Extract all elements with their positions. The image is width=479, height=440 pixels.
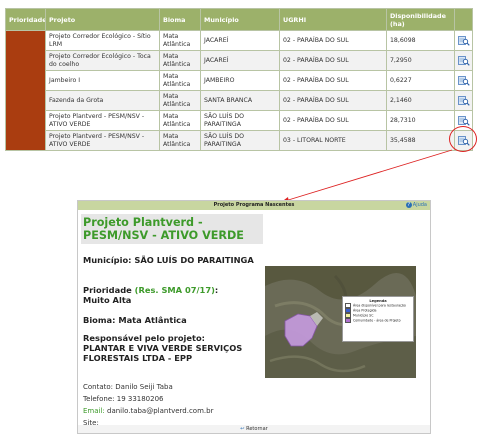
legend-label: Área Protegida [353,308,377,313]
help-icon: ? [405,201,412,208]
responsavel-label: Responsável pelo projeto: [83,333,205,343]
cell-projeto: Jambeiro I [45,70,160,91]
contato-line: Contato: Danilo Seiji Taba [83,383,173,392]
cell-action [454,50,473,71]
responsavel-info: Responsável pelo projeto: PLANTAR E VIVA… [83,333,261,363]
popup-title: Projeto Programa Nascentes [213,202,295,208]
prioridade-value: Muito Alta [83,295,132,305]
return-label: Retornar [246,426,268,432]
cell-ugrhi: 02 - PARAÍBA DO SUL [279,90,387,111]
highlight-circle [449,126,477,152]
cell-projeto: Projeto Corredor Ecológico - Toca do coe… [45,50,160,71]
legend-swatch [345,318,351,324]
return-button[interactable]: ↩ Retornar [240,426,267,432]
popup-header: Projeto Programa Nascentes ? Ajuda [78,201,430,210]
telefone-line: Telefone: 19 33180206 [83,395,164,404]
header-prioridade[interactable]: Prioridade [5,8,46,31]
cell-projeto: Projeto Corredor Ecológico - Sítio LRM [45,30,160,51]
cell-bioma: Mata Atlântica [159,30,201,51]
project-detail-popup: Projeto Programa Nascentes ? Ajuda Projet… [77,200,431,434]
cell-bioma: Mata Atlântica [159,50,201,71]
table-row: Projeto Corredor Ecológico - Sítio LRM M… [5,30,473,151]
prioridade-ref-link[interactable]: (Res. SMA 07/17) [135,285,215,295]
telefone-label: Telefone: [83,395,115,403]
help-label: Ajuda [412,202,427,208]
bioma-label: Bioma: [83,315,116,325]
legend-label: Município SC [353,313,374,318]
prioridade-label: Prioridade [83,285,132,295]
cell-municipio: JACAREÍ [200,30,280,51]
cell-action [454,90,473,111]
magnify-map-icon[interactable] [458,75,470,86]
email-value[interactable]: danilo.taba@plantverd.com.br [107,407,213,415]
cell-ugrhi: 03 - LITORAL NORTE [279,130,387,151]
cell-municipio: JACAREÍ [200,50,280,71]
cell-disponibilidade: 0,6227 [386,70,455,91]
magnify-map-icon[interactable] [458,95,470,106]
cell-municipio: SÃO LUÍS DO PARAITINGA [200,130,280,151]
legend-item: Comunidade - área de Projeto [345,318,411,324]
cell-disponibilidade: 18,6098 [386,30,455,51]
cell-disponibilidade: 35,4588 [386,130,455,151]
prioridade-colon: : [214,285,219,295]
header-actions [454,8,473,31]
table-row: Projeto Plantverd - PESM/NSV - ATIVO VER… [6,110,473,131]
map-legend: Legenda Área disponível para restauração… [342,296,414,342]
cell-bioma: Mata Atlântica [159,110,201,131]
header-projeto[interactable]: Projeto [45,8,160,31]
magnify-map-icon[interactable] [458,55,470,66]
cell-municipio: JAMBEIRO [200,70,280,91]
return-bar: ↩ Retornar [78,425,430,433]
help-link[interactable]: ? Ajuda [405,201,427,210]
cell-municipio: SANTA BRANCA [200,90,280,111]
return-icon: ↩ [240,426,245,432]
legend-label: Área disponível para restauração [353,303,406,308]
email-line: Email: danilo.taba@plantverd.com.br [83,407,213,416]
municipio-label: Município: [83,255,132,265]
priority-color-cell [5,30,46,151]
cell-projeto: Projeto Plantverd - PESM/NSV - ATIVO VER… [45,110,160,131]
table-row: Projeto Corredor Ecológico - Toca do coe… [6,50,473,71]
cell-ugrhi: 02 - PARAÍBA DO SUL [279,110,387,131]
header-municipio[interactable]: Município [200,8,280,31]
cell-bioma: Mata Atlântica [159,70,201,91]
header-ugrhi[interactable]: UGRHI [279,8,387,31]
project-title: Projeto Plantverd - PESM/NSV - ATIVO VER… [81,214,263,244]
cell-ugrhi: 02 - PARAÍBA DO SUL [279,50,387,71]
cell-disponibilidade: 7,2950 [386,50,455,71]
contato-value: Danilo Seiji Taba [115,383,173,391]
cell-action [454,70,473,91]
bioma-value: Mata Atlântica [118,315,187,325]
magnify-map-icon[interactable] [458,115,470,126]
municipio-value: SÃO LUÍS DO PARAITINGA [134,255,254,265]
email-label: Email: [83,407,105,415]
magnify-map-icon[interactable] [458,35,470,46]
legend-label: Comunidade - área de Projeto [353,318,401,323]
municipio-info: Município: SÃO LUÍS DO PARAITINGA [83,255,258,265]
cell-projeto: Fazenda da Grota [45,90,160,111]
projects-table-container: Prioridade Projeto Bioma Município UGRHI… [5,8,473,151]
prioridade-info: Prioridade (Res. SMA 07/17): Muito Alta [83,285,258,305]
table-header-row: Prioridade Projeto Bioma Município UGRHI… [5,8,473,31]
cell-bioma: Mata Atlântica [159,90,201,111]
table-row: Fazenda da Grota Mata Atlântica SANTA BR… [6,90,473,111]
project-map[interactable]: Legenda Área disponível para restauração… [265,266,416,378]
projects-table: Prioridade Projeto Bioma Município UGRHI… [5,8,473,151]
cell-action [454,30,473,51]
cell-disponibilidade: 28,7310 [386,110,455,131]
telefone-value: 19 33180206 [116,395,164,403]
cell-disponibilidade: 2,1460 [386,90,455,111]
cell-projeto: Projeto Plantverd - PESM/NSV - ATIVO VER… [45,130,160,151]
table-row: Jambeiro I Mata Atlântica JAMBEIRO 02 - … [6,70,473,91]
cell-ugrhi: 02 - PARAÍBA DO SUL [279,70,387,91]
table-row: Projeto Plantverd - PESM/NSV - ATIVO VER… [6,130,473,151]
cell-bioma: Mata Atlântica [159,130,201,151]
header-bioma[interactable]: Bioma [159,8,201,31]
cell-ugrhi: 02 - PARAÍBA DO SUL [279,30,387,51]
contato-label: Contato: [83,383,114,391]
cell-municipio: SÃO LUÍS DO PARAITINGA [200,110,280,131]
responsavel-value: PLANTAR E VIVA VERDE SERVIÇOS FLORESTAIS… [83,343,243,363]
bioma-info: Bioma: Mata Atlântica [83,315,187,325]
header-disponibilidade[interactable]: Disponibilidade (ha) [386,8,455,31]
